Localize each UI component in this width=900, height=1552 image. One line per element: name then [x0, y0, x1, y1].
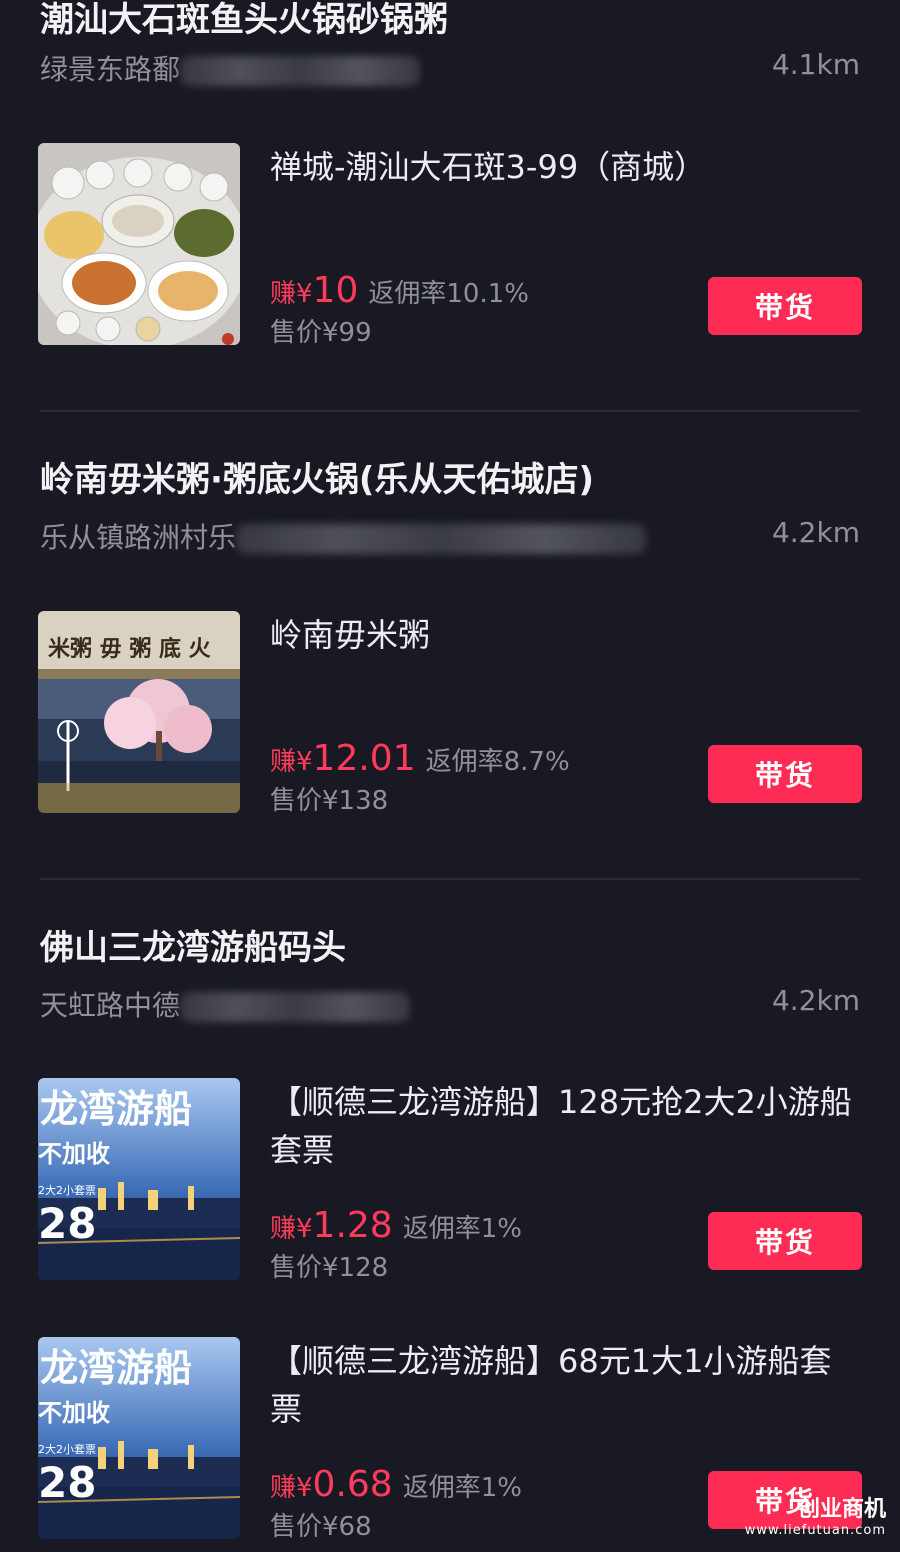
commission-info: 赚¥0.68 返佣率1% — [270, 1464, 522, 1505]
redacted-blur — [180, 992, 411, 1022]
watermark-title: 创业商机 — [797, 1497, 886, 1522]
redacted-blur — [180, 56, 421, 86]
store-title[interactable]: 岭南毋米粥·粥底火锅(乐从天佑城店) — [40, 452, 594, 501]
commission-info: 赚¥10 返佣率10.1% — [270, 270, 529, 311]
watermark: 创业商机 www.liefutuan.com — [745, 1491, 886, 1538]
boat-small-text: 2大2小套票 — [38, 1183, 96, 1197]
boat-small-text: 2大2小套票 — [38, 1442, 96, 1456]
sale-price: 售价¥99 — [270, 318, 372, 348]
commission-rate: 返佣率10.1% — [368, 279, 529, 309]
earn-label: 赚¥ — [270, 1214, 313, 1244]
boat-tour-image: 龙湾游船 不加收 2大2小套票 28 — [38, 1337, 240, 1539]
earn-label: 赚¥ — [270, 747, 313, 777]
shop-sign: 米粥 毋 粥 底 火 — [48, 636, 211, 662]
commission-rate: 返佣率8.7% — [425, 747, 570, 777]
earn-label: 赚¥ — [270, 279, 313, 309]
boat-sub-text: 不加收 — [38, 1399, 110, 1427]
earn-amount: 12.01 — [312, 738, 416, 779]
commission-rate: 返佣率1% — [402, 1473, 522, 1503]
product-thumbnail[interactable]: 龙湾游船 不加收 2大2小套票 28 — [38, 1078, 240, 1280]
earn-label: 赚¥ — [270, 1473, 313, 1503]
divider — [40, 410, 860, 412]
store-distance: 4.1km — [771, 48, 860, 81]
product-name[interactable]: 【顺德三龙湾游船】128元抢2大2小游船套票 — [270, 1078, 860, 1174]
product-name[interactable]: 岭南毋米粥 — [270, 611, 860, 659]
product-thumbnail[interactable] — [38, 143, 240, 345]
watermark-url: www.liefutuan.com — [744, 1523, 886, 1538]
food-platter-image — [38, 143, 240, 345]
sale-price: 售价¥68 — [270, 1512, 372, 1542]
store-distance: 4.2km — [771, 516, 860, 549]
boat-title-text: 龙湾游船 — [40, 1346, 192, 1390]
promote-button[interactable]: 带货 — [708, 277, 862, 335]
earn-amount: 1.28 — [312, 1205, 393, 1246]
store-address: 绿景东路鄱 — [40, 48, 421, 88]
earn-amount: 0.68 — [312, 1464, 393, 1505]
boat-num-text: 28 — [38, 1458, 96, 1507]
boat-tour-image: 龙湾游船 不加收 2大2小套票 28 — [38, 1078, 240, 1280]
commission-info: 赚¥1.28 返佣率1% — [270, 1205, 522, 1246]
redacted-blur — [236, 524, 647, 554]
product-thumbnail[interactable]: 米粥 毋 粥 底 火 — [38, 611, 240, 813]
sale-price: 售价¥138 — [270, 786, 389, 816]
promote-button[interactable]: 带货 — [708, 1212, 862, 1270]
store-title[interactable]: 佛山三龙湾游船码头 — [40, 920, 346, 969]
restaurant-interior-image: 米粥 毋 粥 底 火 — [38, 611, 240, 813]
commission-info: 赚¥12.01 返佣率8.7% — [270, 738, 570, 779]
product-thumbnail[interactable]: 龙湾游船 不加收 2大2小套票 28 — [38, 1337, 240, 1539]
store-distance: 4.2km — [771, 984, 860, 1017]
promote-button[interactable]: 带货 — [708, 745, 862, 803]
product-name[interactable]: 禅城-潮汕大石斑3-99（商城） — [270, 143, 860, 191]
store-address: 乐从镇路洲村乐 — [40, 516, 647, 556]
earn-amount: 10 — [312, 270, 359, 311]
store-address: 天虹路中德 — [40, 984, 411, 1024]
store-title[interactable]: 潮汕大石斑鱼头火锅砂锅粥 — [40, 0, 448, 41]
product-name[interactable]: 【顺德三龙湾游船】68元1大1小游船套票 — [270, 1337, 860, 1433]
boat-title-text: 龙湾游船 — [40, 1087, 192, 1131]
commission-rate: 返佣率1% — [402, 1214, 522, 1244]
boat-sub-text: 不加收 — [38, 1140, 110, 1168]
boat-num-text: 28 — [38, 1199, 96, 1248]
sale-price: 售价¥128 — [270, 1253, 389, 1283]
divider — [40, 878, 860, 880]
